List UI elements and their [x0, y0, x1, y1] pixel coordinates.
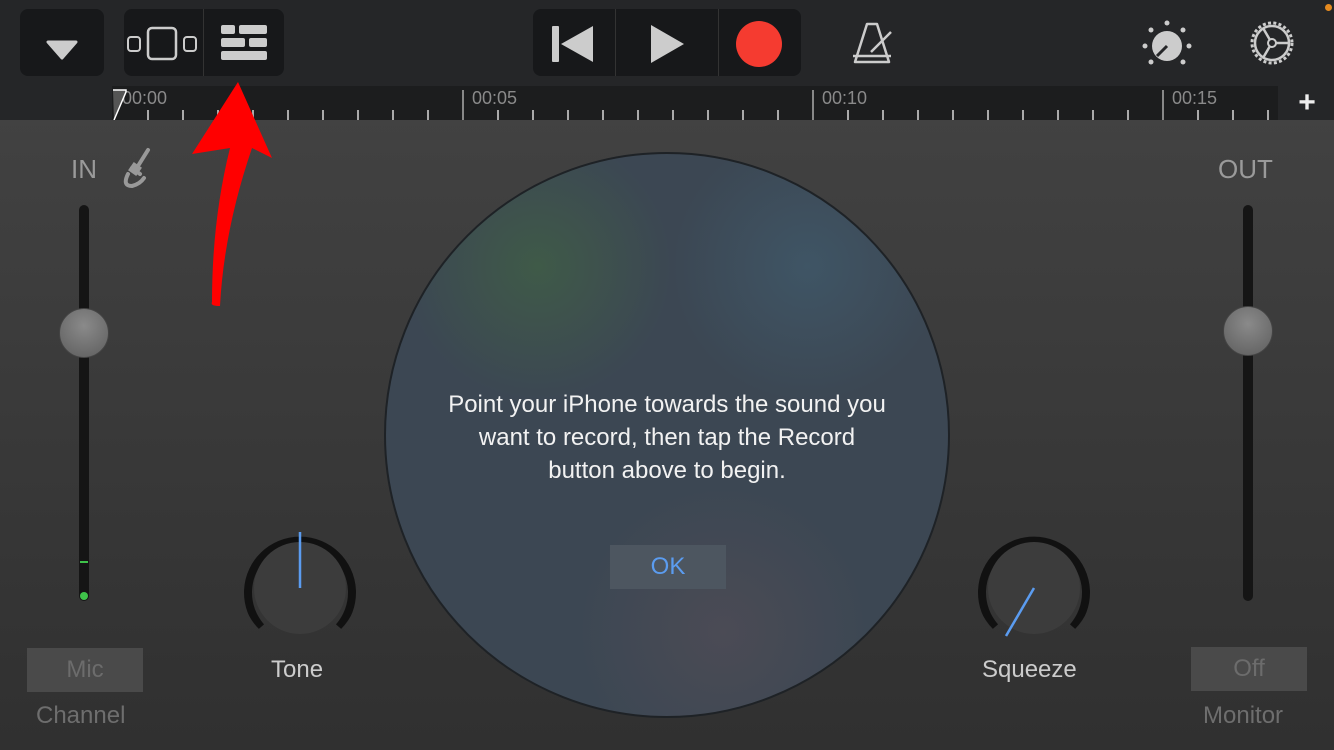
transport — [533, 9, 801, 76]
ruler-tick — [1197, 110, 1199, 120]
annotation-arrow-icon — [192, 82, 272, 306]
channel-button[interactable]: Mic — [27, 648, 143, 692]
input-label: IN — [71, 154, 97, 184]
ruler-tick — [182, 110, 184, 120]
ruler-tick — [1267, 110, 1269, 120]
ruler-tick — [812, 90, 814, 120]
input-meter — [80, 592, 88, 600]
input-jack-icon[interactable] — [118, 146, 158, 190]
ruler-tick — [1057, 110, 1059, 120]
ruler-tick — [497, 110, 499, 120]
tone-knob[interactable] — [242, 530, 358, 646]
input-level-thumb[interactable] — [59, 308, 109, 358]
ruler-label: 00:10 — [822, 88, 868, 108]
output-label: OUT — [1218, 154, 1273, 184]
ruler-tick — [1022, 110, 1024, 120]
gear-icon — [1250, 21, 1294, 65]
monitor-button[interactable]: Off — [1191, 647, 1307, 691]
ruler-tick — [742, 110, 744, 120]
view-group — [124, 9, 284, 76]
metronome-icon — [853, 22, 892, 64]
skip-back-icon — [552, 26, 593, 62]
settings-button[interactable] — [1245, 18, 1299, 68]
ruler-tick — [462, 90, 464, 120]
ruler-tick — [602, 110, 604, 120]
tracks-view-button[interactable] — [204, 9, 284, 76]
view-toggle-button[interactable] — [124, 9, 204, 76]
ruler-tick — [532, 110, 534, 120]
record-hint-dialog: Point your iPhone towards the sound you … — [384, 152, 950, 718]
input-peak — [80, 561, 88, 563]
input-level-slider[interactable] — [79, 205, 89, 601]
ruler-track[interactable]: 00:00 00:05 00:10 00:15 — [112, 86, 1278, 120]
output-level-thumb[interactable] — [1223, 306, 1273, 356]
knob-icon — [1142, 20, 1192, 65]
ruler-tick — [1232, 110, 1234, 120]
record-icon — [736, 21, 782, 67]
ruler-tick — [952, 110, 954, 120]
tracks-icon — [221, 25, 267, 60]
ruler-label: 00:15 — [1172, 88, 1218, 108]
ruler-tick — [917, 110, 919, 120]
toolbar — [0, 0, 1334, 86]
ruler-tick — [777, 110, 779, 120]
ruler-tick — [882, 110, 884, 120]
ruler-label: 00:05 — [472, 88, 518, 108]
ruler-tick — [672, 110, 674, 120]
metronome-button[interactable] — [845, 18, 901, 68]
channel-label: Channel — [36, 702, 126, 729]
output-level-slider[interactable] — [1243, 205, 1253, 601]
ruler-tick — [1092, 110, 1094, 120]
ruler-tick — [637, 110, 639, 120]
ruler-tick — [147, 110, 149, 120]
ruler-tick — [287, 110, 289, 120]
ruler-tick — [987, 110, 989, 120]
monitor-label: Monitor — [1203, 702, 1284, 729]
master-effects-button[interactable] — [1140, 18, 1194, 68]
dialog-message: Point your iPhone towards the sound you … — [448, 391, 886, 484]
ruler-tick — [1162, 90, 1164, 120]
ruler-tick — [1127, 110, 1129, 120]
status-dot — [1325, 4, 1332, 11]
playhead-icon[interactable] — [112, 86, 132, 120]
ruler-tick — [322, 110, 324, 120]
track-view-icon — [127, 26, 197, 61]
ruler-tick — [707, 110, 709, 120]
play-button[interactable] — [616, 9, 718, 76]
add-section-button[interactable]: + — [1292, 86, 1322, 120]
ruler-tick — [427, 110, 429, 120]
ok-button[interactable]: OK — [610, 545, 726, 589]
ruler-tick — [847, 110, 849, 120]
ruler-tick — [392, 110, 394, 120]
triangle-down-icon — [46, 40, 78, 60]
squeeze-label: Squeeze — [982, 656, 1077, 683]
rewind-button[interactable] — [533, 9, 615, 76]
squeeze-knob[interactable] — [976, 530, 1092, 646]
ruler-tick — [567, 110, 569, 120]
tone-label: Tone — [271, 656, 324, 683]
record-button[interactable] — [719, 9, 801, 76]
browser-button[interactable] — [20, 9, 104, 76]
play-icon — [651, 25, 684, 63]
ruler-tick — [357, 110, 359, 120]
